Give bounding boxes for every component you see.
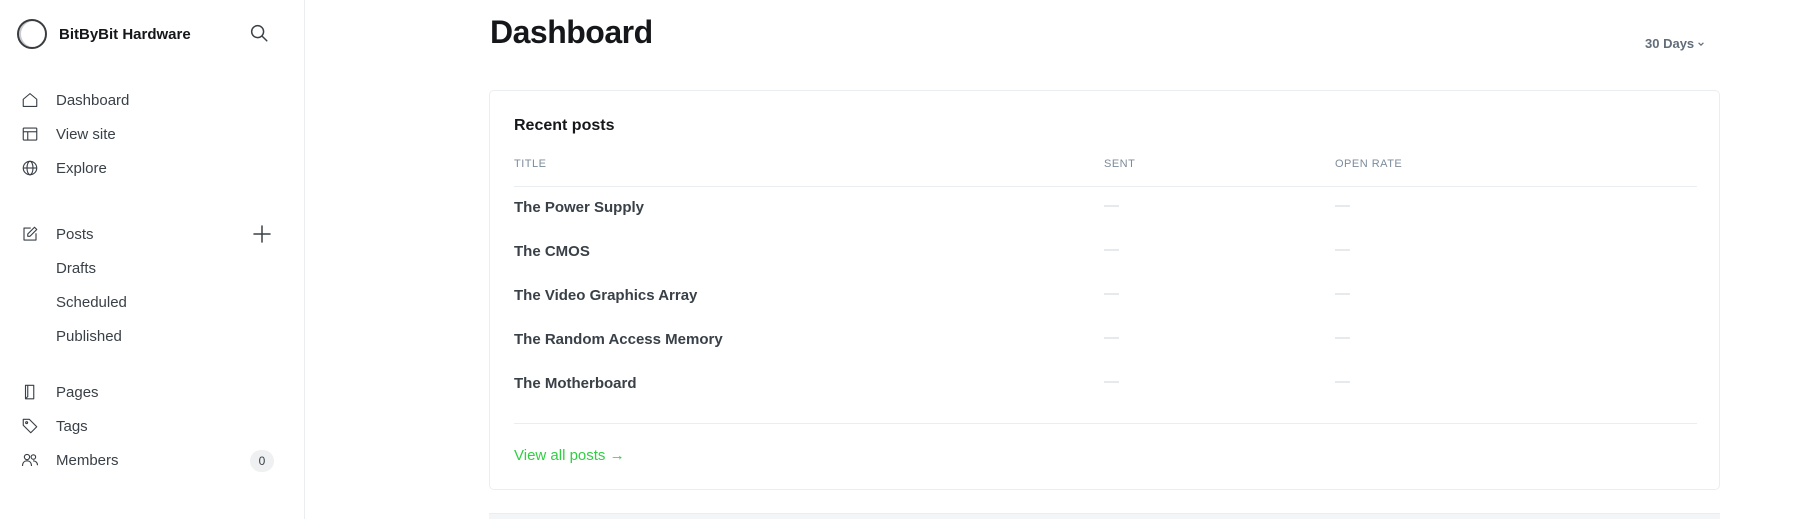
site-name: BitByBit Hardware [59,25,191,43]
nav-label: Dashboard [56,91,130,109]
view-all-posts-link[interactable]: View all posts → [514,447,625,464]
recent-posts-card: Recent posts TITLE SENT OPEN RATE The Po… [489,90,1720,490]
post-sent: — [1104,197,1119,214]
chevron-down-icon [1698,41,1704,46]
date-range-select[interactable]: 30 Days [1645,36,1705,51]
post-title: The Video Graphics Array [514,287,698,304]
nav-label: Scheduled [56,293,127,311]
nav-label: Pages [56,383,99,401]
nav-view-site[interactable]: View site [0,117,305,151]
nav-label: Drafts [56,259,97,277]
post-open-rate: — [1335,373,1350,390]
post-open-rate: — [1335,285,1350,302]
nav-label: Published [56,327,122,345]
nav-published[interactable]: Published [0,319,305,353]
site-brand[interactable]: BitByBit Hardware [17,18,191,50]
column-header-title: TITLE [514,158,547,170]
post-open-rate: — [1335,241,1350,258]
table-row[interactable]: The Power Supply — — [514,187,1697,231]
divider [514,423,1697,424]
search-icon [250,24,268,42]
table-row[interactable]: The Random Access Memory — — [514,319,1697,363]
column-header-open-rate: OPEN RATE [1335,158,1403,170]
site-logo [17,19,47,49]
tag-icon [22,418,38,434]
nav-label: Tags [56,417,88,435]
nav-dashboard[interactable]: Dashboard [0,83,305,117]
table-row[interactable]: The Video Graphics Array — — [514,275,1697,319]
post-open-rate: — [1335,197,1350,214]
post-title: The Motherboard [514,375,637,392]
members-count-badge: 0 [250,450,274,472]
nav-tags[interactable]: Tags [0,409,305,443]
nav-label: Explore [56,159,107,177]
post-sent: — [1104,329,1119,346]
edit-icon [23,226,38,241]
next-card [489,513,1720,519]
post-title: The Random Access Memory [514,331,723,348]
date-range-label: 30 Days [1645,36,1695,51]
search-button[interactable] [248,22,274,48]
main-content: Dashboard 30 Days Recent posts TITLE SEN… [306,0,1794,519]
recent-posts-title: Recent posts [514,117,615,134]
new-post-button[interactable] [252,224,272,244]
sidebar: BitByBit Hardware Dashboard View site Ex… [0,0,305,519]
nav-label: Members [56,451,119,469]
post-sent: — [1104,373,1119,390]
nav-drafts[interactable]: Drafts [0,251,305,285]
post-open-rate: — [1335,329,1350,346]
column-header-sent: SENT [1104,158,1136,170]
nav-pages[interactable]: Pages [0,375,305,409]
home-icon [22,93,38,107]
nav-label: View site [56,125,116,143]
nav-members[interactable]: Members 0 [0,443,305,477]
plus-icon [253,225,271,243]
nav-explore[interactable]: Explore [0,151,305,185]
table-row[interactable]: The CMOS — — [514,231,1697,275]
members-icon [21,453,39,467]
post-title: The CMOS [514,243,590,260]
page-icon [24,384,35,400]
post-title: The Power Supply [514,199,645,216]
globe-icon [22,160,38,176]
layout-icon [22,127,38,141]
primary-nav: Dashboard View site Explore [0,83,305,185]
page-title: Dashboard [490,14,653,50]
posts-nav: Posts Drafts Scheduled Published [0,217,305,353]
nav-label: Posts [56,225,94,243]
table-row[interactable]: The Motherboard — — [514,363,1697,407]
nav-scheduled[interactable]: Scheduled [0,285,305,319]
secondary-nav: Pages Tags Members 0 [0,375,305,477]
nav-posts[interactable]: Posts [0,217,305,251]
post-sent: — [1104,241,1119,258]
post-sent: — [1104,285,1119,302]
